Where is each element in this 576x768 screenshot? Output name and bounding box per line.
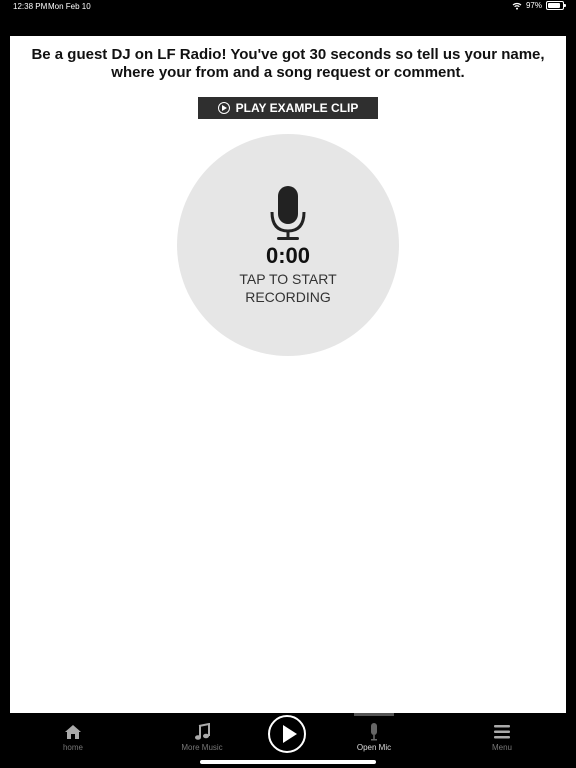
battery-icon xyxy=(546,1,566,10)
recording-timer: 0:00 xyxy=(265,243,311,268)
record-button[interactable]: 0:00 TAP TO START RECORDING xyxy=(177,134,399,356)
status-bar: 12:38 PM Mon Feb 10 97% xyxy=(0,0,576,14)
tab-menu-label: Menu xyxy=(491,743,512,752)
tab-open-mic[interactable]: Open Mic xyxy=(334,713,414,758)
tab-more-music[interactable]: More Music xyxy=(162,713,242,758)
menu-icon xyxy=(493,723,511,741)
battery-percent: 97% xyxy=(525,1,542,10)
microphone-icon xyxy=(270,186,306,240)
status-date: Mon Feb 10 xyxy=(48,2,91,11)
status-time: 12:38 PM xyxy=(13,2,48,11)
wifi-icon xyxy=(512,2,522,10)
music-note-icon xyxy=(194,723,210,741)
record-instruction: TAP TO START RECORDING xyxy=(239,271,337,305)
active-tab-indicator xyxy=(354,713,394,716)
play-example-clip-label: PLAY EXAMPLE CLIP xyxy=(235,101,359,115)
status-right: 97% xyxy=(512,1,566,10)
main-content: Be a guest DJ on LF Radio! You've got 30… xyxy=(10,36,566,713)
home-icon xyxy=(64,723,82,741)
play-circle-icon[interactable] xyxy=(268,715,306,753)
microphone-icon xyxy=(369,723,379,741)
tab-menu[interactable]: Menu xyxy=(462,713,542,758)
guest-dj-prompt: Be a guest DJ on LF Radio! You've got 30… xyxy=(31,46,545,81)
tab-home[interactable]: home xyxy=(33,713,113,758)
tab-home-label: home xyxy=(62,743,83,752)
play-circle-icon xyxy=(217,102,230,114)
tab-open-mic-label: Open Mic xyxy=(356,743,392,752)
play-example-clip-button[interactable]: PLAY EXAMPLE CLIP xyxy=(198,97,378,119)
home-indicator xyxy=(200,760,376,764)
tab-more-music-label: More Music xyxy=(181,743,223,752)
